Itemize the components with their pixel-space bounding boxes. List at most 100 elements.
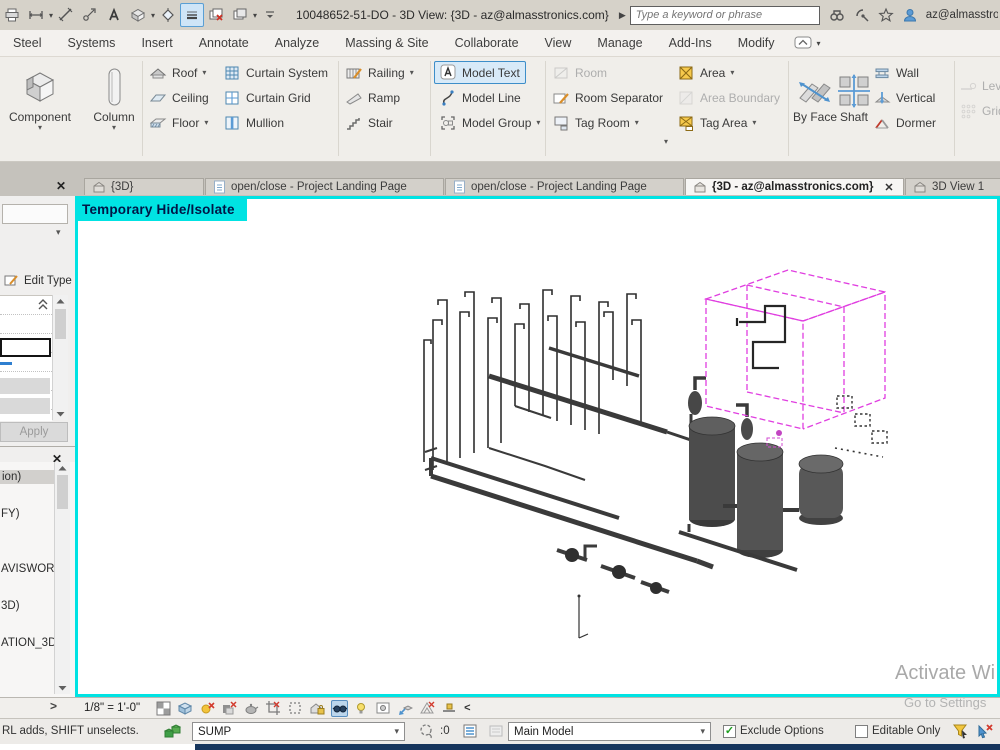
- default-3d-view-icon[interactable]: [126, 3, 150, 27]
- tab-addins[interactable]: Add-Ins: [656, 30, 725, 56]
- curtain-system-button[interactable]: Curtain System: [224, 62, 328, 84]
- component-button[interactable]: Component ▾: [4, 60, 76, 132]
- exclude-options-label[interactable]: Exclude Options: [740, 725, 824, 737]
- view-tab-3d[interactable]: {3D}: [84, 178, 204, 195]
- curtain-grid-button[interactable]: Curtain Grid: [224, 87, 311, 109]
- editable-only-label[interactable]: Editable Only: [872, 725, 940, 737]
- design-options-pick-icon[interactable]: [488, 723, 505, 740]
- stair-button[interactable]: Stair: [346, 112, 393, 134]
- model-group-button[interactable]: Model Group ▾: [440, 112, 540, 134]
- model-line-button[interactable]: Model Line: [440, 87, 521, 109]
- account-name[interactable]: az@almasstronics.com: [926, 9, 998, 21]
- active-workset-select[interactable]: SUMP ▾: [192, 722, 405, 741]
- visual-style-icon[interactable]: [177, 700, 194, 717]
- 3d-view-dropdown-icon[interactable]: ▾: [151, 11, 155, 20]
- roof-button[interactable]: Roof ▾: [150, 62, 206, 84]
- room-separator-button[interactable]: Room Separator: [553, 87, 663, 109]
- collapse-all-icon[interactable]: [37, 298, 49, 310]
- favorites-star-icon[interactable]: [874, 3, 898, 27]
- crop-view-icon[interactable]: [265, 700, 282, 717]
- help-search-input[interactable]: [630, 6, 820, 25]
- measure-icon[interactable]: [54, 3, 78, 27]
- sun-path-icon[interactable]: [199, 700, 216, 717]
- room-area-flyout-icon[interactable]: ▾: [664, 138, 668, 146]
- properties-scrollbar[interactable]: [52, 295, 68, 420]
- tag-room-button[interactable]: Tag Room ▾: [553, 112, 639, 134]
- model-3d-piping[interactable]: [79, 200, 995, 690]
- close-tab-icon[interactable]: ✕: [884, 181, 893, 194]
- lock-3d-view-icon[interactable]: [309, 700, 326, 717]
- vertical-opening-button[interactable]: Vertical: [874, 87, 935, 109]
- rendering-dialog-icon[interactable]: [243, 700, 260, 717]
- filter-selection-icon[interactable]: [952, 723, 970, 740]
- selected-property-cell[interactable]: [0, 338, 51, 357]
- tab-collaborate[interactable]: Collaborate: [442, 30, 532, 56]
- property-row[interactable]: [0, 315, 52, 334]
- tab-analyze[interactable]: Analyze: [262, 30, 332, 56]
- browser-scrollbar[interactable]: [54, 462, 70, 694]
- wall-opening-button[interactable]: Wall: [874, 62, 919, 84]
- level-button[interactable]: Level: [960, 75, 1000, 97]
- floor-button[interactable]: Floor ▾: [150, 112, 208, 134]
- worksets-icon[interactable]: [163, 723, 182, 740]
- thin-lines-icon[interactable]: [180, 3, 204, 27]
- tab-massing-site[interactable]: Massing & Site: [332, 30, 441, 56]
- displacement-sets-icon[interactable]: [397, 700, 414, 717]
- detail-level-icon[interactable]: [155, 700, 172, 717]
- apply-button[interactable]: Apply: [0, 422, 68, 442]
- reveal-constraints-icon[interactable]: [441, 700, 458, 717]
- view-tab-3d-cloud-active[interactable]: {3D - az@almasstronics.com} ✕: [685, 178, 904, 195]
- dormer-button[interactable]: Dormer: [874, 112, 936, 134]
- communication-center-icon[interactable]: [850, 3, 874, 27]
- tag-icon[interactable]: [78, 3, 102, 27]
- edit-type-button[interactable]: Edit Type: [4, 273, 72, 288]
- scrollbar-thumb[interactable]: [55, 309, 66, 339]
- browser-item[interactable]: FY): [1, 508, 20, 520]
- reveal-hidden-elements-icon[interactable]: [353, 700, 370, 717]
- model-text-button[interactable]: Model Text: [434, 61, 526, 84]
- area-button[interactable]: Area ▾: [678, 62, 734, 84]
- view-tab-landing-2[interactable]: open/close - Project Landing Page: [445, 178, 684, 195]
- properties-grid[interactable]: [0, 295, 52, 421]
- print-icon[interactable]: [0, 3, 24, 27]
- type-selector[interactable]: [2, 204, 68, 224]
- browser-item[interactable]: ATION_3D: [1, 637, 56, 649]
- switch-windows-icon[interactable]: [228, 3, 252, 27]
- search-icon[interactable]: [826, 3, 850, 27]
- column-button[interactable]: Column ▾: [84, 60, 144, 132]
- ceiling-button[interactable]: Ceiling: [150, 87, 209, 109]
- grid-button[interactable]: Grid: [960, 100, 1000, 122]
- browser-item[interactable]: AVISWORK: [1, 563, 62, 575]
- dimension-dropdown-icon[interactable]: ▾: [49, 11, 53, 20]
- text-icon[interactable]: [102, 3, 126, 27]
- browser-expand-icon[interactable]: >: [50, 699, 57, 713]
- browser-item[interactable]: 3D): [1, 600, 20, 612]
- close-inactive-views-icon[interactable]: [204, 3, 228, 27]
- ramp-button[interactable]: Ramp: [346, 87, 400, 109]
- room-button[interactable]: Room: [553, 62, 607, 84]
- editable-only-filter-icon[interactable]: [418, 723, 435, 740]
- tab-annotate[interactable]: Annotate: [186, 30, 262, 56]
- close-view-icon[interactable]: ✕: [56, 179, 66, 193]
- type-selector-caret-icon[interactable]: ▾: [56, 227, 61, 238]
- drawing-area[interactable]: Temporary Hide/Isolate: [75, 196, 1000, 697]
- search-expand-icon[interactable]: ▶: [619, 10, 626, 21]
- mullion-button[interactable]: Mullion: [224, 112, 284, 134]
- temporary-view-properties-icon[interactable]: [375, 700, 392, 717]
- deselect-icon[interactable]: [976, 723, 994, 740]
- tab-insert[interactable]: Insert: [128, 30, 185, 56]
- switch-windows-dropdown-icon[interactable]: ▾: [253, 11, 257, 20]
- tab-modify[interactable]: Modify: [725, 30, 788, 56]
- tab-steel[interactable]: Steel: [0, 30, 55, 56]
- ribbon-collapse-caret-icon[interactable]: ▾: [817, 39, 821, 48]
- tab-view[interactable]: View: [532, 30, 585, 56]
- tab-manage[interactable]: Manage: [584, 30, 655, 56]
- temporary-hide-isolate-icon[interactable]: [331, 700, 348, 717]
- account-icon[interactable]: [898, 3, 922, 27]
- view-tab-landing-1[interactable]: open/close - Project Landing Page: [205, 178, 444, 195]
- design-options-icon[interactable]: [462, 723, 479, 740]
- scale-button[interactable]: 1/8" = 1'-0": [84, 702, 140, 714]
- control-bar-expand-icon[interactable]: <: [464, 702, 470, 714]
- analytical-model-icon[interactable]: [419, 700, 436, 717]
- area-boundary-button[interactable]: Area Boundary: [678, 87, 780, 109]
